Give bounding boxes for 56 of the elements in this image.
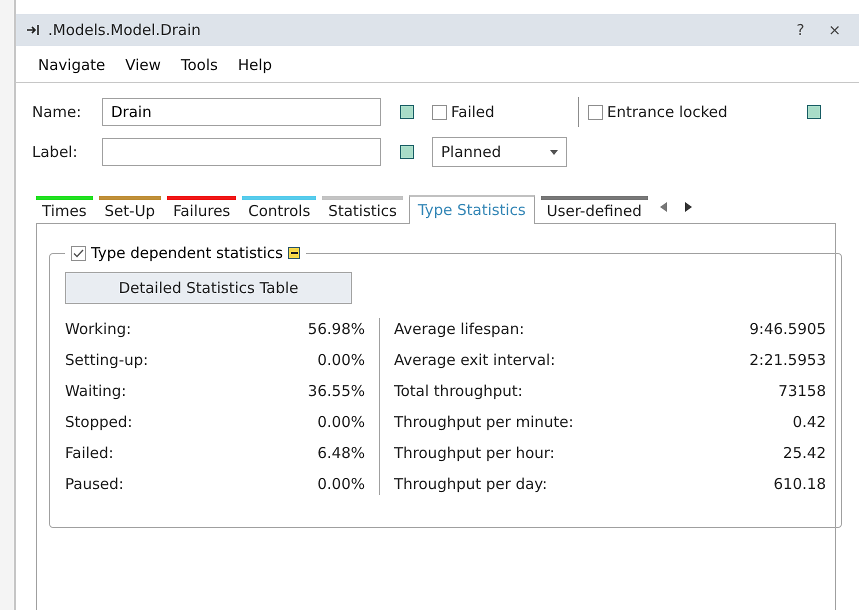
tab[interactable]: Failures [167, 196, 236, 224]
status-dropdown[interactable]: Planned [432, 137, 567, 167]
tab[interactable]: User-defined [540, 196, 648, 224]
detailed-statistics-button[interactable]: Detailed Statistics Table [65, 272, 352, 304]
stat-label: Working: [65, 319, 132, 340]
collapse-icon[interactable] [288, 247, 300, 259]
failed-checkbox[interactable]: Failed [432, 103, 578, 121]
stat-label: Throughput per hour: [394, 443, 556, 464]
stat-value: 0.00% [316, 350, 365, 371]
help-button[interactable]: ? [788, 21, 812, 39]
close-button[interactable]: × [820, 21, 849, 39]
group-checkbox[interactable] [71, 246, 86, 260]
tab[interactable]: Type Statistics [408, 195, 535, 224]
stat-value: 610.18 [772, 474, 826, 495]
stat-value: 36.55% [308, 381, 365, 402]
checkmark-icon [73, 248, 84, 258]
field-label: Name: [32, 103, 82, 121]
stat-label: Throughput per day: [394, 474, 548, 495]
stat-value: 25.42 [782, 443, 826, 464]
left-triangle-icon [660, 202, 667, 212]
tab[interactable]: Controls [242, 196, 316, 224]
stat-value: 56.98% [308, 319, 365, 340]
caret-icon [550, 150, 558, 154]
stat-label: Paused: [65, 474, 125, 495]
stat-label: Waiting: [65, 381, 128, 402]
entrance-locked-checkbox[interactable]: Entrance locked [588, 103, 804, 121]
square-icon[interactable] [400, 145, 414, 159]
square-icon[interactable] [807, 105, 821, 119]
name-field[interactable]: Drain [102, 98, 381, 126]
menu-item[interactable]: Navigate [30, 56, 114, 74]
stat-value: 0.00% [316, 474, 365, 495]
tab[interactable]: Times [36, 196, 93, 224]
menu-item[interactable]: Help [230, 56, 280, 74]
menu-item[interactable]: View [117, 56, 169, 74]
stat-label: Total throughput: [394, 381, 524, 402]
group-title: Type dependent statistics [91, 244, 283, 262]
stat-label: Throughput per minute: [394, 412, 575, 433]
window-title: .Models.Model.Drain [48, 21, 202, 39]
field-label: Label: [32, 143, 79, 161]
stat-label: Stopped: [65, 412, 134, 433]
stat-label: Average lifespan: [394, 319, 526, 340]
menu-item[interactable]: Tools [172, 56, 226, 74]
stat-value: 2:21.5953 [749, 350, 826, 371]
square-icon[interactable] [400, 105, 414, 119]
stat-value: 9:46.5905 [749, 319, 826, 340]
label-field[interactable] [102, 138, 381, 166]
stat-value: 6.48% [316, 443, 365, 464]
stat-value: 0.00% [316, 412, 365, 433]
stat-label: Average exit interval: [394, 350, 556, 371]
stat-label: Setting-up: [65, 350, 150, 371]
tab[interactable]: Set-Up [98, 196, 162, 224]
stat-value: 0.42 [792, 412, 826, 433]
tab[interactable]: Statistics [322, 196, 403, 224]
right-triangle-icon [684, 202, 692, 212]
stat-label: Failed: [65, 443, 115, 464]
stat-value: 73158 [777, 381, 826, 402]
